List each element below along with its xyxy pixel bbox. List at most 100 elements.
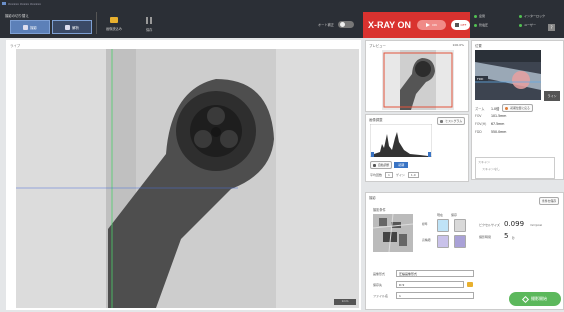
fdd-row: FDD 550.0mm	[475, 128, 563, 136]
xray-status-title: X-RAY ON	[368, 20, 412, 30]
pixel-size-value: 0.099	[504, 220, 525, 228]
status-dot-icon	[519, 14, 522, 18]
analysis-mode-label: 解析	[72, 25, 79, 30]
histogram-icon	[440, 119, 444, 123]
preview-zoom: 100.0%	[452, 43, 464, 47]
capture-icon	[23, 24, 29, 30]
svg-text:FDD: FDD	[477, 77, 484, 81]
capture-time-key: 撮影時間	[479, 235, 492, 239]
conditions-label: 撮影条件	[373, 208, 386, 212]
status-door-label: 扉閉	[479, 14, 486, 18]
zoom-value: 1.0倍	[491, 106, 500, 111]
auto-adjust-button[interactable]: 自動調整	[370, 161, 393, 169]
histogram-button-label: ヒストグラム	[445, 119, 462, 123]
condition-headers: 現在 保存	[437, 213, 457, 217]
save-condition-button[interactable]: 条件を保存	[539, 197, 559, 205]
xray-image[interactable]: 1mm	[16, 49, 359, 308]
scan-value: スキャンなし	[482, 167, 501, 171]
position-diagram[interactable]: FDD	[475, 50, 541, 100]
image-adjust-panel: 画像調整 ヒストグラム 自動調整 初期 平均回数 1 ゲイン 1.0	[365, 114, 469, 182]
current-header: 現在	[437, 213, 444, 217]
histogram-fields: 平均回数 1 ゲイン 1.0	[370, 172, 419, 178]
scale-bar: 1mm	[334, 299, 356, 305]
condition-cell-current-hd[interactable]	[437, 235, 449, 248]
title-row: Xxxxxx Xxxxx Xxxxxx	[2, 1, 41, 6]
pause-label: 保存	[146, 28, 153, 32]
auto-fix-control: オート補正	[318, 21, 354, 28]
browse-folder-icon[interactable]	[467, 282, 473, 287]
status-dot-icon	[519, 23, 522, 27]
reset-position-button[interactable]: 初期位置に戻る	[502, 104, 533, 112]
zoom-row: ズーム 1.0倍 初期位置に戻る	[475, 104, 563, 112]
pause-button[interactable]: 保存	[146, 17, 152, 32]
mode-label: 撮影の切り替え	[5, 14, 29, 18]
help-icon[interactable]: ?	[548, 24, 555, 31]
average-select[interactable]: 1	[385, 172, 393, 178]
status-user: ユーザー	[519, 23, 564, 27]
condition-cell-current-standard[interactable]	[437, 219, 449, 232]
status-dot-icon	[474, 14, 477, 18]
condition-grid	[437, 219, 466, 248]
analysis-icon	[65, 24, 71, 30]
position-values: ズーム 1.0倍 初期位置に戻る FOV 101.5mm FOV(H) 67.5…	[475, 104, 563, 136]
reset-adjust-button[interactable]: 初期	[394, 162, 409, 168]
auto-fix-toggle[interactable]	[337, 21, 354, 28]
top-toolbar: Xxxxxx Xxxxx Xxxxxx 撮影の切り替え 撮影 解析 画像読込み …	[0, 0, 564, 38]
load-image-button[interactable]: 画像読込み	[106, 17, 122, 31]
fdd-value: 550.0mm	[491, 130, 507, 134]
xray-off-button[interactable]: OFF	[450, 20, 470, 30]
capture-panel: 撮影 条件を保存 撮影条件 現在 保存 標準 高精細 ピクセルサイズ 0.099…	[365, 192, 564, 310]
fov-h-row: FOV(H) 67.5mm	[475, 120, 563, 128]
standard-row-label: 標準	[422, 222, 428, 226]
preview-thumbnail[interactable]	[382, 50, 454, 110]
gain-input[interactable]: 1.0	[407, 172, 419, 178]
status-door: 扉閉	[474, 14, 519, 18]
saved-header: 保存	[451, 213, 458, 217]
position-title: 位置	[475, 44, 482, 48]
format-select[interactable]: 圧縮画像形式	[396, 270, 474, 277]
condition-cell-saved-standard[interactable]	[454, 219, 466, 232]
save-dir-input[interactable]: D:¥	[396, 281, 464, 288]
xray-on-button[interactable]: ON	[417, 20, 446, 30]
xray-on-label: ON	[432, 23, 437, 27]
reset-position-label: 初期位置に戻る	[510, 106, 530, 110]
position-panel: 位置 FDD ライン ズーム 1.0倍 初期位置に戻る FOV 101.5mm …	[471, 40, 564, 180]
xray-panel: X-RAY ON ON OFF	[363, 12, 470, 38]
capture-mode-button[interactable]: 撮影	[10, 20, 50, 34]
capture-time-value: 5	[504, 232, 509, 240]
load-image-label: 画像読込み	[106, 27, 122, 31]
format-label: 画像形式	[373, 271, 386, 276]
average-label: 平均回数	[370, 173, 383, 177]
fov-h-value: 67.5mm	[491, 122, 505, 126]
line-toggle-button[interactable]: ライン	[544, 91, 560, 101]
folder-icon	[109, 17, 118, 23]
condition-cell-saved-hd[interactable]	[454, 235, 466, 248]
histogram-button[interactable]: ヒストグラム	[437, 117, 465, 125]
scan-box: スキャン スキャンなし	[475, 157, 555, 179]
live-label: ライブ	[10, 44, 21, 48]
image-adjust-title: 画像調整	[369, 118, 383, 122]
app-logo-icon	[2, 2, 6, 5]
start-capture-button[interactable]: 撮影開始	[509, 292, 561, 306]
start-capture-icon	[521, 295, 530, 303]
format-field: 画像形式 圧縮画像形式	[373, 270, 474, 277]
pixel-size-key: ピクセルサイズ	[479, 223, 500, 227]
analysis-mode-button[interactable]: 解析	[52, 20, 92, 34]
zoom-key: ズーム	[475, 106, 485, 111]
status-interlock: インターロック	[519, 14, 564, 18]
filename-input[interactable]: 1	[396, 292, 474, 299]
filename-label: ファイル名	[373, 293, 389, 298]
histogram-chart[interactable]	[370, 124, 432, 157]
status-user-label: ユーザー	[524, 23, 536, 27]
reset-icon	[505, 106, 509, 110]
app-title: Xxxxxx Xxxxx Xxxxxx	[8, 1, 41, 6]
scan-title: スキャン	[478, 160, 491, 164]
capture-mode-label: 撮影	[30, 25, 37, 30]
filename-field: ファイル名 1	[373, 292, 474, 299]
capture-title: 撮影	[369, 196, 376, 200]
fov-key: FOV	[475, 114, 482, 118]
fov-row: FOV 101.5mm	[475, 112, 563, 120]
histogram-controls: 自動調整 初期	[370, 161, 409, 169]
save-dir-label: 保存先	[373, 282, 383, 287]
play-icon	[426, 23, 431, 27]
